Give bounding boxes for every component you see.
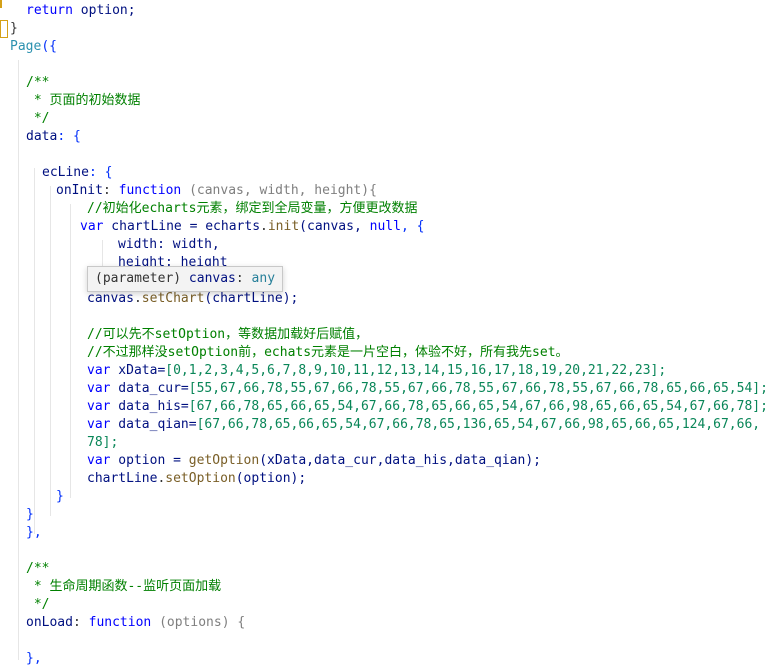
code-line[interactable]: var option = getOption(xData,data_cur,da…	[87, 452, 541, 470]
doc-comment[interactable]: * 页面的初始数据	[26, 92, 141, 110]
code-line[interactable]: },	[26, 650, 42, 668]
code-comment[interactable]: //可以先不setOption，等数据加载好后赋值，	[87, 326, 368, 344]
code-line[interactable]: var data_cur=[55,67,66,78,55,67,66,78,55…	[87, 380, 768, 398]
doc-comment[interactable]: /**	[26, 560, 49, 578]
code-line[interactable]: 78];	[87, 434, 118, 452]
doc-comment[interactable]: */	[26, 596, 50, 614]
bracket-match-marker	[0, 20, 8, 38]
parameter-hover-tooltip: (parameter) canvas: any	[87, 266, 284, 292]
code-comment[interactable]: //初始化echarts元素，绑定到全局变量，方便更改数据	[87, 200, 417, 218]
tooltip-prefix: (parameter)	[95, 271, 189, 286]
code-line[interactable]: return option;	[26, 2, 136, 20]
tooltip-separator: :	[235, 271, 252, 286]
tooltip-param-name: canvas	[188, 271, 236, 286]
indent-guide	[18, 60, 19, 660]
code-line[interactable]: }	[56, 488, 64, 506]
code-line[interactable]: data: {	[26, 128, 81, 146]
code-line[interactable]: },	[26, 524, 42, 542]
indent-guide	[34, 168, 35, 534]
code-line[interactable]: var data_qian=[67,66,78,65,66,65,54,67,6…	[87, 416, 760, 434]
code-comment[interactable]: //不过那样没setOption前，echats元素是一片空白，体验不好，所有我…	[87, 344, 569, 362]
doc-comment[interactable]: * 生命周期函数--监听页面加载	[26, 578, 221, 596]
code-line[interactable]: onInit: function (canvas, width, height)…	[56, 182, 377, 200]
code-line[interactable]: onLoad: function (options) {	[26, 614, 245, 632]
code-line[interactable]: width: width,	[118, 236, 220, 254]
doc-comment[interactable]: /**	[26, 74, 49, 92]
code-line[interactable]: var xData=[0,1,2,3,4,5,6,7,8,9,10,11,12,…	[87, 362, 666, 380]
code-line[interactable]: chartLine.setOption(option);	[87, 470, 306, 488]
bracket-match-marker	[0, 0, 11, 8]
code-line[interactable]: canvas.setChart(chartLine);	[87, 290, 298, 308]
code-line[interactable]: ecLine: {	[42, 164, 112, 182]
indent-guide	[50, 186, 51, 516]
doc-comment[interactable]: */	[26, 110, 50, 128]
code-line[interactable]: var chartLine = echarts.init(canvas, nul…	[80, 218, 424, 236]
tooltip-type: any	[251, 271, 276, 286]
code-line[interactable]: Page({	[10, 38, 57, 56]
indent-guide	[70, 204, 71, 498]
code-editor[interactable]: return option; } Page({ /** * 页面的初始数据 */…	[0, 0, 772, 670]
code-line[interactable]: }	[26, 506, 34, 524]
code-line[interactable]: }	[10, 20, 18, 38]
code-line[interactable]: var data_his=[67,66,78,65,66,65,54,67,66…	[87, 398, 768, 416]
